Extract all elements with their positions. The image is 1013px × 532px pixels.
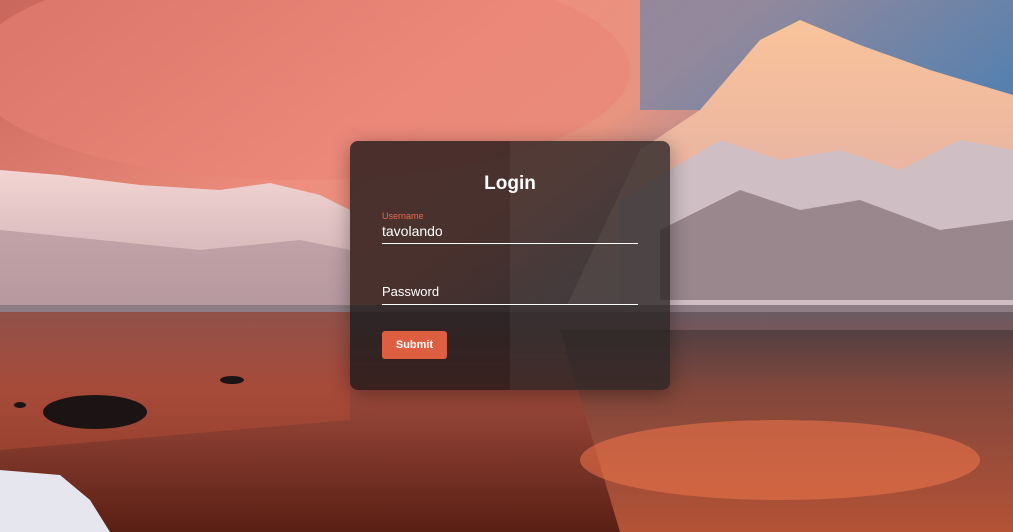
username-label: Username — [382, 211, 424, 221]
password-input[interactable]: Password — [382, 281, 638, 304]
submit-button[interactable]: Submit — [382, 331, 447, 359]
login-card: Login Username tavolando Password Submit — [350, 141, 670, 390]
username-input[interactable]: tavolando — [382, 222, 638, 243]
login-page: Login Username tavolando Password Submit — [0, 0, 1013, 532]
login-title: Login — [484, 173, 536, 194]
username-underline — [382, 243, 638, 244]
username-field[interactable]: Username tavolando — [382, 211, 638, 251]
password-underline — [382, 304, 638, 305]
password-field[interactable]: Password — [382, 281, 638, 307]
